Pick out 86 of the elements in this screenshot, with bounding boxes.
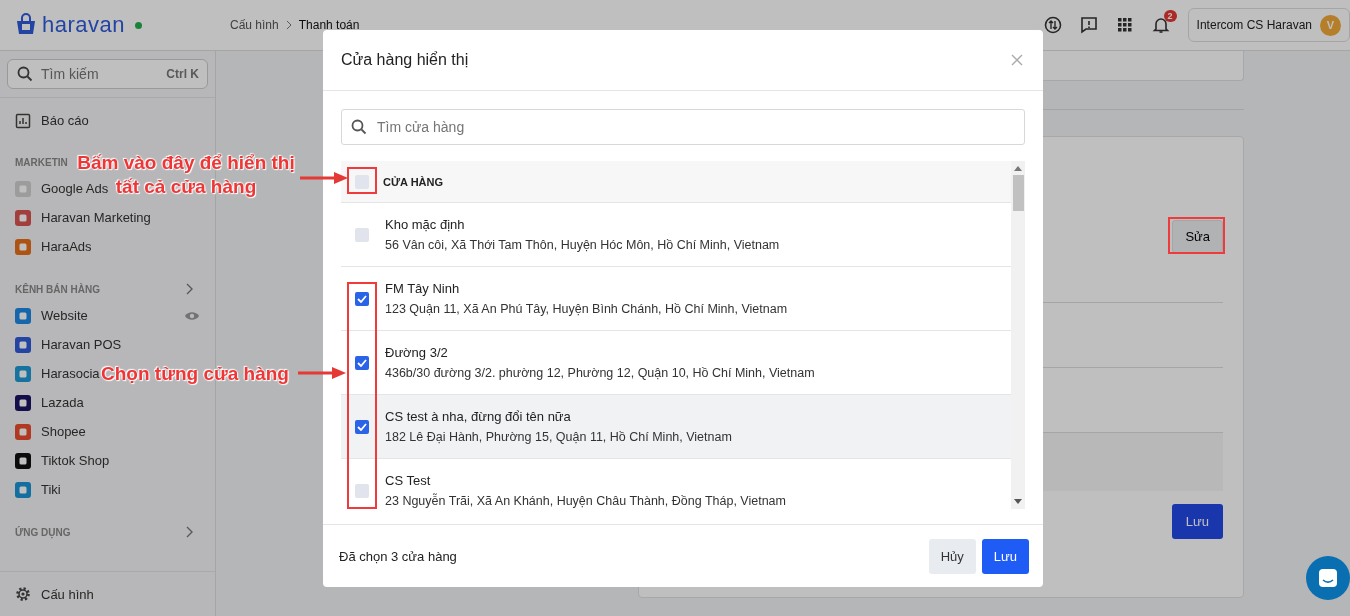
checkbox[interactable]: [355, 227, 369, 242]
app-icon: [15, 209, 31, 226]
app-icon: [15, 238, 31, 255]
app-icon: [15, 365, 31, 382]
store-name: CS Test: [385, 473, 432, 488]
avatar: V: [1320, 14, 1341, 36]
scrollbar[interactable]: [1011, 161, 1025, 509]
highlight-frame: [1168, 217, 1225, 254]
feedback-icon: [1079, 16, 1098, 34]
search-field[interactable]: Tìm cửa hàng: [341, 109, 1025, 145]
search-icon: [17, 66, 33, 82]
store-name: CS test à nha, đừng đổi tên nữa: [385, 409, 572, 424]
table-row[interactable]: CS test à nha, đừng đổi tên nữa 182 Lê Đại Hành, Phường 15, Quận 11, Hồ Chí Minh, Vietnam: [341, 395, 1011, 459]
app-icon: [15, 481, 31, 498]
close-icon: [1011, 54, 1023, 66]
breadcrumb-link[interactable]: Thanh toán: [298, 18, 360, 32]
section-title: ỨNG DỤNG: [15, 526, 71, 538]
selection-summary: Đã chọn 3 cửa hàng: [339, 548, 457, 564]
chevron-right-icon: [284, 20, 293, 30]
arrow: [300, 172, 348, 184]
nav-item[interactable]: Shopee: [41, 424, 86, 439]
gear-icon: [15, 586, 31, 602]
table-row[interactable]: Kho mặc định 56 Vân côi, Xã Thới Tam Thôn, Huyện Hóc Môn, Hồ Chí Minh, Vietnam: [341, 203, 1011, 267]
column-header: CỬA HÀNG: [383, 175, 444, 188]
checkbox[interactable]: [355, 483, 369, 498]
app-icon: [15, 336, 31, 353]
section-title: KÊNH BÁN HÀNG: [15, 283, 100, 295]
nav-item[interactable]: Haravan Marketing: [41, 210, 151, 225]
store-address: 182 Lê Đại Hành, Phường 15, Quận 11, Hồ Chí Minh, Vietnam: [385, 430, 732, 444]
table-row[interactable]: FM Tây Ninh 123 Quận 11, Xã An Phú Tây, Huyện Bình Chánh, Hồ Chí Minh, Vietnam: [341, 267, 1011, 331]
nav-item[interactable]: Haravan POS: [41, 337, 122, 352]
nav-item[interactable]: HaraAds: [41, 239, 92, 254]
app-icon: [15, 180, 31, 197]
scrollbar-thumb[interactable]: [1012, 175, 1024, 211]
notification-badge: 2: [1163, 10, 1177, 22]
store-address: 23 Nguyễn Trãi, Xã An Khánh, Huyện Châu Thành, Đồng Tháp, Vietnam: [385, 494, 786, 508]
dialog-title: Cửa hàng hiển thị: [341, 51, 469, 69]
store-name: Đường 3/2: [385, 345, 449, 360]
checkbox[interactable]: [355, 291, 369, 306]
check-icon: [357, 422, 367, 431]
checkbox[interactable]: [355, 419, 369, 434]
edit-button[interactable]: Sửa: [1172, 220, 1223, 253]
nav-item[interactable]: Cấu hình: [41, 586, 94, 602]
save-button[interactable]: Lưu: [981, 538, 1029, 574]
nav-item[interactable]: Tiktok Shop: [41, 453, 110, 468]
store-address: 123 Quận 11, Xã An Phú Tây, Huyện Bình Chánh, Hồ Chí Minh, Vietnam: [385, 302, 788, 316]
swap-icon: [1043, 16, 1062, 34]
nav-item[interactable]: Google Ads: [41, 181, 109, 196]
chat-icon: [1317, 567, 1339, 589]
chat-button[interactable]: [1306, 556, 1350, 600]
section-title: MARKETIN: [15, 157, 68, 168]
search-icon: [351, 119, 367, 135]
app-icon: [15, 423, 31, 440]
cancel-button[interactable]: Hủy: [928, 538, 976, 574]
bar-chart-icon: [15, 112, 31, 129]
close-button[interactable]: [1009, 52, 1025, 68]
account-button[interactable]: Intercom CS Haravan V: [1187, 8, 1350, 42]
store-name: FM Tây Ninh: [385, 281, 461, 296]
store-name: Kho mặc định: [385, 217, 466, 232]
check-icon: [357, 358, 367, 367]
store-address: 56 Vân côi, Xã Thới Tam Thôn, Huyện Hóc Môn, Hồ Chí Minh, Vietnam: [385, 238, 780, 252]
scroll-down-icon: [1014, 499, 1022, 505]
checkbox[interactable]: [355, 355, 369, 370]
highlight-frame: [347, 167, 377, 194]
breadcrumb-link[interactable]: Cấu hình: [230, 18, 279, 32]
app-icon: [15, 394, 31, 411]
nav-item[interactable]: Harasocia: [41, 366, 100, 381]
callout-text: Bấm vào đây để hiển thị: [77, 151, 295, 175]
save-button[interactable]: Lưu: [1171, 504, 1223, 539]
nav-item[interactable]: Tiki: [41, 482, 61, 497]
arrow: [298, 367, 346, 379]
apps-grid-icon: [1115, 16, 1134, 34]
check-icon: [357, 294, 367, 303]
account-name: Intercom CS Haravan: [1196, 18, 1312, 32]
callout-text: Chọn từng cửa hàng: [101, 362, 289, 386]
callout-text: tất cả cửa hàng: [115, 175, 257, 199]
store-address: 436b/30 đường 3/2. phường 12, Phường 12, Quận 10, Hồ Chí Minh, Vietnam: [385, 366, 815, 380]
logo-text: haravan: [42, 12, 125, 38]
scroll-up-icon: [1014, 165, 1022, 171]
app-icon: [15, 307, 31, 324]
shopping-bag-icon: [14, 13, 38, 37]
nav-item[interactable]: Lazada: [41, 395, 84, 410]
nav-item[interactable]: Website: [41, 308, 88, 323]
nav-item[interactable]: Báo cáo: [41, 113, 89, 128]
app-icon: [15, 452, 31, 469]
shortcut-hint: Ctrl K: [166, 67, 199, 81]
